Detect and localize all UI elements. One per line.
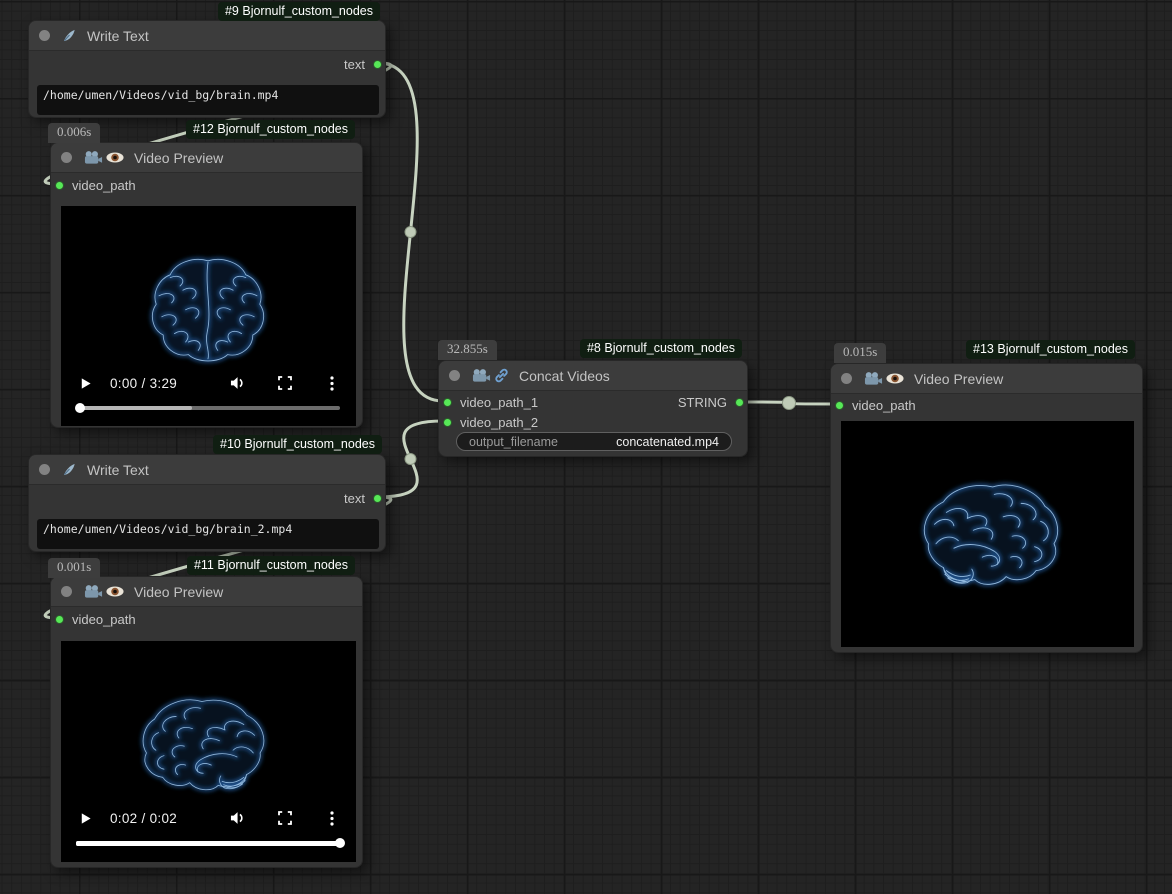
input-slot-video-path[interactable] <box>835 401 844 410</box>
node-title-bar[interactable]: Video Preview <box>51 577 362 607</box>
eye-icon <box>106 586 124 597</box>
node-write-text-1[interactable]: Write Text text /home/umen/Videos/vid_bg… <box>28 20 386 118</box>
node-title-bar[interactable]: Video Preview <box>831 364 1142 394</box>
node-title-bar[interactable]: Video Preview <box>51 143 362 173</box>
output-slot-label: text <box>344 57 365 72</box>
video-time: 0:00 / 3:29 <box>110 376 177 391</box>
output-slot-string[interactable] <box>735 398 744 407</box>
play-icon[interactable] <box>76 812 94 825</box>
node-write-text-2[interactable]: Write Text text /home/umen/Videos/vid_bg… <box>28 454 386 552</box>
node-id-badge: #11 Bjornulf_custom_nodes <box>187 556 355 575</box>
kebab-menu-icon[interactable] <box>323 376 341 391</box>
link-icon <box>494 368 509 383</box>
execution-time-badge: 32.855s <box>438 340 497 360</box>
video-played <box>76 406 80 410</box>
node-id-badge: #12 Bjornulf_custom_nodes <box>186 120 355 139</box>
video-played <box>76 841 340 846</box>
video-time: 0:02 / 0:02 <box>110 811 177 826</box>
collapse-dot[interactable] <box>61 152 72 163</box>
output-filename-widget[interactable]: output_filename concatenated.mp4 <box>456 432 732 451</box>
video-frame-brain <box>138 251 278 377</box>
video-progress-bar[interactable] <box>76 406 340 410</box>
execution-time-badge: 0.015s <box>834 343 886 363</box>
graph-canvas[interactable]: Write Text text /home/umen/Videos/vid_bg… <box>0 0 1172 894</box>
link-midpoint-dot[interactable] <box>783 397 796 410</box>
collapse-dot[interactable] <box>61 586 72 597</box>
link-midpoint-dot[interactable] <box>405 454 416 465</box>
node-id-badge: #8 Bjornulf_custom_nodes <box>580 339 742 358</box>
collapse-dot[interactable] <box>39 30 50 41</box>
widget-value: concatenated.mp4 <box>616 435 719 449</box>
video-frame-brain <box>900 472 1072 599</box>
widget-label: output_filename <box>469 435 558 449</box>
eye-icon <box>106 152 124 163</box>
volume-icon[interactable] <box>229 376 247 390</box>
video-player[interactable]: 0:02 / 0:02 <box>61 641 356 862</box>
movie-camera-icon <box>84 150 103 165</box>
movie-camera-icon <box>472 368 491 383</box>
node-title: Write Text <box>87 462 149 478</box>
node-video-preview-3[interactable]: Video Preview video_path <box>830 363 1143 653</box>
node-title: Write Text <box>87 28 149 44</box>
video-progress-bar[interactable] <box>76 841 340 846</box>
node-title: Concat Videos <box>519 368 610 384</box>
input-slot-label: video_path <box>852 398 916 413</box>
node-title: Video Preview <box>914 371 1003 387</box>
node-video-preview-1[interactable]: Video Preview video_path <box>50 142 363 428</box>
video-player[interactable] <box>841 421 1134 647</box>
video-scrubber-thumb[interactable] <box>335 838 345 848</box>
video-controls: 0:02 / 0:02 <box>61 804 356 832</box>
pen-nib-icon <box>62 462 77 477</box>
fullscreen-icon[interactable] <box>276 376 294 390</box>
eye-icon <box>886 373 904 384</box>
input-slot-label: video_path_1 <box>460 395 538 410</box>
video-player[interactable]: 0:00 / 3:29 <box>61 206 356 426</box>
volume-icon[interactable] <box>229 811 247 825</box>
input-slot-video-path-2[interactable] <box>443 418 452 427</box>
input-slot-video-path-1[interactable] <box>443 398 452 407</box>
node-video-preview-2[interactable]: Video Preview video_path <box>50 576 363 868</box>
input-slot-label: video_path <box>72 612 136 627</box>
play-icon[interactable] <box>76 377 94 390</box>
video-buffered <box>76 406 192 410</box>
node-concat-videos[interactable]: Concat Videos video_path_1 STRING video_… <box>438 360 748 457</box>
input-slot-video-path[interactable] <box>55 615 64 624</box>
output-slot-text[interactable] <box>373 494 382 503</box>
node-id-badge: #10 Bjornulf_custom_nodes <box>213 435 382 454</box>
collapse-dot[interactable] <box>449 370 460 381</box>
node-title-bar[interactable]: Write Text <box>29 455 385 485</box>
collapse-dot[interactable] <box>841 373 852 384</box>
video-controls: 0:00 / 3:29 <box>61 369 356 397</box>
node-id-badge: #13 Bjornulf_custom_nodes <box>966 340 1135 359</box>
output-slot-label: text <box>344 491 365 506</box>
input-slot-label: video_path_2 <box>460 415 538 430</box>
node-title-bar[interactable]: Concat Videos <box>439 361 747 391</box>
video-scrubber-thumb[interactable] <box>75 403 85 413</box>
node-title: Video Preview <box>134 150 223 166</box>
node-title-bar[interactable]: Write Text <box>29 21 385 51</box>
execution-time-badge: 0.006s <box>48 123 100 143</box>
movie-camera-icon <box>84 584 103 599</box>
collapse-dot[interactable] <box>39 464 50 475</box>
text-value-widget[interactable]: /home/umen/Videos/vid_bg/brain.mp4 <box>37 85 379 115</box>
kebab-menu-icon[interactable] <box>323 811 341 826</box>
node-title: Video Preview <box>134 584 223 600</box>
link-midpoint-dot[interactable] <box>405 227 416 238</box>
output-slot-text[interactable] <box>373 60 382 69</box>
input-slot-label: video_path <box>72 178 136 193</box>
fullscreen-icon[interactable] <box>276 811 294 825</box>
execution-time-badge: 0.001s <box>48 558 100 578</box>
text-value-widget[interactable]: /home/umen/Videos/vid_bg/brain_2.mp4 <box>37 519 379 549</box>
input-slot-video-path[interactable] <box>55 181 64 190</box>
video-frame-brain <box>130 688 286 803</box>
output-slot-label: STRING <box>678 395 727 410</box>
pen-nib-icon <box>62 28 77 43</box>
movie-camera-icon <box>864 371 883 386</box>
node-id-badge: #9 Bjornulf_custom_nodes <box>218 2 380 21</box>
